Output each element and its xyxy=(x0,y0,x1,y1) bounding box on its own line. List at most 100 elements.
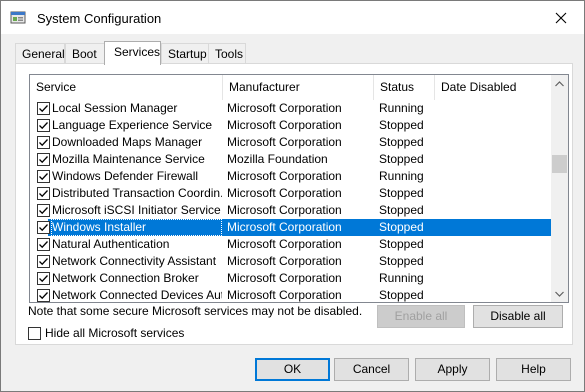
service-manufacturer: Microsoft Corporation xyxy=(227,288,342,302)
service-status: Stopped xyxy=(379,135,424,149)
service-status: Running xyxy=(379,101,424,115)
service-name: Downloaded Maps Manager xyxy=(52,135,203,149)
window-title: System Configuration xyxy=(37,11,162,26)
apply-button[interactable]: Apply xyxy=(415,358,490,381)
tab-startup[interactable]: Startup xyxy=(161,43,209,64)
service-checkbox[interactable] xyxy=(37,102,50,115)
column-header-date-disabled[interactable]: Date Disabled xyxy=(435,75,552,100)
service-checkbox[interactable] xyxy=(37,238,50,251)
secure-services-note: Note that some secure Microsoft services… xyxy=(28,304,363,318)
title-bar[interactable]: System Configuration xyxy=(1,1,584,34)
checkmark-icon xyxy=(39,139,48,147)
checkmark-icon xyxy=(39,275,48,283)
ok-button[interactable]: OK xyxy=(255,358,330,381)
tab-boot[interactable]: Boot xyxy=(65,43,105,64)
tab-label: Services xyxy=(114,45,161,59)
checkmark-icon xyxy=(39,105,48,113)
service-checkbox[interactable] xyxy=(37,255,50,268)
column-header-manufacturer[interactable]: Manufacturer xyxy=(223,75,374,100)
service-manufacturer: Microsoft Corporation xyxy=(227,101,342,115)
table-row[interactable]: Network Connection Broker Microsoft Corpo… xyxy=(30,270,552,287)
service-name: Windows Installer xyxy=(51,219,222,236)
close-icon xyxy=(555,12,567,23)
service-status: Running xyxy=(379,169,424,183)
tab-general[interactable]: General xyxy=(15,43,65,64)
column-header-service[interactable]: Service xyxy=(30,75,223,100)
hide-microsoft-services-checkbox[interactable] xyxy=(28,327,41,340)
service-checkbox[interactable] xyxy=(37,187,50,200)
service-name: Local Session Manager xyxy=(52,101,178,115)
checkmark-icon xyxy=(39,122,48,130)
table-row[interactable]: Downloaded Maps Manager Microsoft Corpora… xyxy=(30,134,552,151)
checkmark-icon xyxy=(39,241,48,249)
cancel-button[interactable]: Cancel xyxy=(334,358,409,381)
service-name: Network Connectivity Assistant xyxy=(52,254,217,268)
table-row[interactable]: Windows Defender Firewall Microsoft Corpo… xyxy=(30,168,552,185)
service-checkbox[interactable] xyxy=(37,119,50,132)
service-checkbox[interactable] xyxy=(37,221,50,234)
list-header: Service Manufacturer Status Date Disable… xyxy=(30,75,552,100)
table-row[interactable]: Windows Installer Microsoft Corporation St… xyxy=(30,219,552,236)
service-status: Stopped xyxy=(379,186,424,200)
service-name: Language Experience Service xyxy=(52,118,213,132)
service-status: Stopped xyxy=(379,288,424,302)
service-rows: Local Session Manager Microsoft Corporati… xyxy=(30,100,552,302)
column-header-status[interactable]: Status xyxy=(374,75,435,100)
close-button[interactable] xyxy=(538,1,584,34)
service-checkbox[interactable] xyxy=(37,289,50,302)
service-manufacturer: Microsoft Corporation xyxy=(227,169,342,183)
service-checkbox[interactable] xyxy=(37,204,50,217)
checkmark-icon xyxy=(39,258,48,266)
service-status: Stopped xyxy=(379,203,424,217)
services-list[interactable]: Service Manufacturer Status Date Disable… xyxy=(29,74,569,303)
tab-label: Boot xyxy=(72,47,97,61)
service-status: Stopped xyxy=(379,254,424,268)
scrollbar-thumb[interactable] xyxy=(552,155,567,173)
service-manufacturer: Microsoft Corporation xyxy=(227,135,342,149)
service-checkbox[interactable] xyxy=(37,272,50,285)
service-status: Stopped xyxy=(379,118,424,132)
service-manufacturer: Microsoft Corporation xyxy=(227,203,342,217)
service-checkbox[interactable] xyxy=(37,170,50,183)
service-name: Mozilla Maintenance Service xyxy=(52,152,205,166)
system-configuration-window: System Configuration General Boot Servic… xyxy=(0,0,585,392)
service-manufacturer: Mozilla Foundation xyxy=(227,152,328,166)
table-row[interactable]: Natural Authentication Microsoft Corporat… xyxy=(30,236,552,253)
service-status: Stopped xyxy=(379,220,424,234)
tab-label: General xyxy=(22,47,65,61)
service-manufacturer: Microsoft Corporation xyxy=(227,271,342,285)
help-button[interactable]: Help xyxy=(496,358,571,381)
service-name: Windows Defender Firewall xyxy=(52,169,199,183)
table-row[interactable]: Microsoft iSCSI Initiator Service Microso… xyxy=(30,202,552,219)
checkmark-icon xyxy=(39,156,48,164)
service-manufacturer: Microsoft Corporation xyxy=(227,118,342,132)
tab-label: Startup xyxy=(168,47,207,61)
service-checkbox[interactable] xyxy=(37,136,50,149)
service-name: Natural Authentication xyxy=(52,237,170,251)
service-status: Running xyxy=(379,271,424,285)
scroll-down-icon xyxy=(555,291,564,297)
service-checkbox[interactable] xyxy=(37,153,50,166)
table-row[interactable]: Local Session Manager Microsoft Corporati… xyxy=(30,100,552,117)
tab-tools[interactable]: Tools xyxy=(208,43,246,64)
checkmark-icon xyxy=(39,224,48,232)
service-manufacturer: Microsoft Corporation xyxy=(227,186,342,200)
service-name: Distributed Transaction Coordin... xyxy=(52,186,222,200)
vertical-scrollbar[interactable] xyxy=(551,75,568,302)
table-row[interactable]: Distributed Transaction Coordin... Micros… xyxy=(30,185,552,202)
app-config-icon xyxy=(10,11,26,24)
table-row[interactable]: Network Connected Devices Aut... Microsof… xyxy=(30,287,552,302)
table-row[interactable]: Network Connectivity Assistant Microsoft … xyxy=(30,253,552,270)
service-manufacturer: Microsoft Corporation xyxy=(227,237,342,251)
table-row[interactable]: Language Experience Service Microsoft Cor… xyxy=(30,117,552,134)
scroll-down-button[interactable] xyxy=(551,285,568,302)
table-row[interactable]: Mozilla Maintenance Service Mozilla Found… xyxy=(30,151,552,168)
hide-microsoft-services-label: Hide all Microsoft services xyxy=(45,326,185,340)
service-manufacturer: Microsoft Corporation xyxy=(227,220,342,234)
enable-all-button[interactable]: Enable all xyxy=(377,305,465,328)
tab-services[interactable]: Services xyxy=(104,41,161,65)
service-name: Network Connection Broker xyxy=(52,271,199,285)
disable-all-button[interactable]: Disable all xyxy=(473,305,563,328)
scroll-up-button[interactable] xyxy=(551,75,568,92)
scroll-up-icon xyxy=(555,80,564,86)
